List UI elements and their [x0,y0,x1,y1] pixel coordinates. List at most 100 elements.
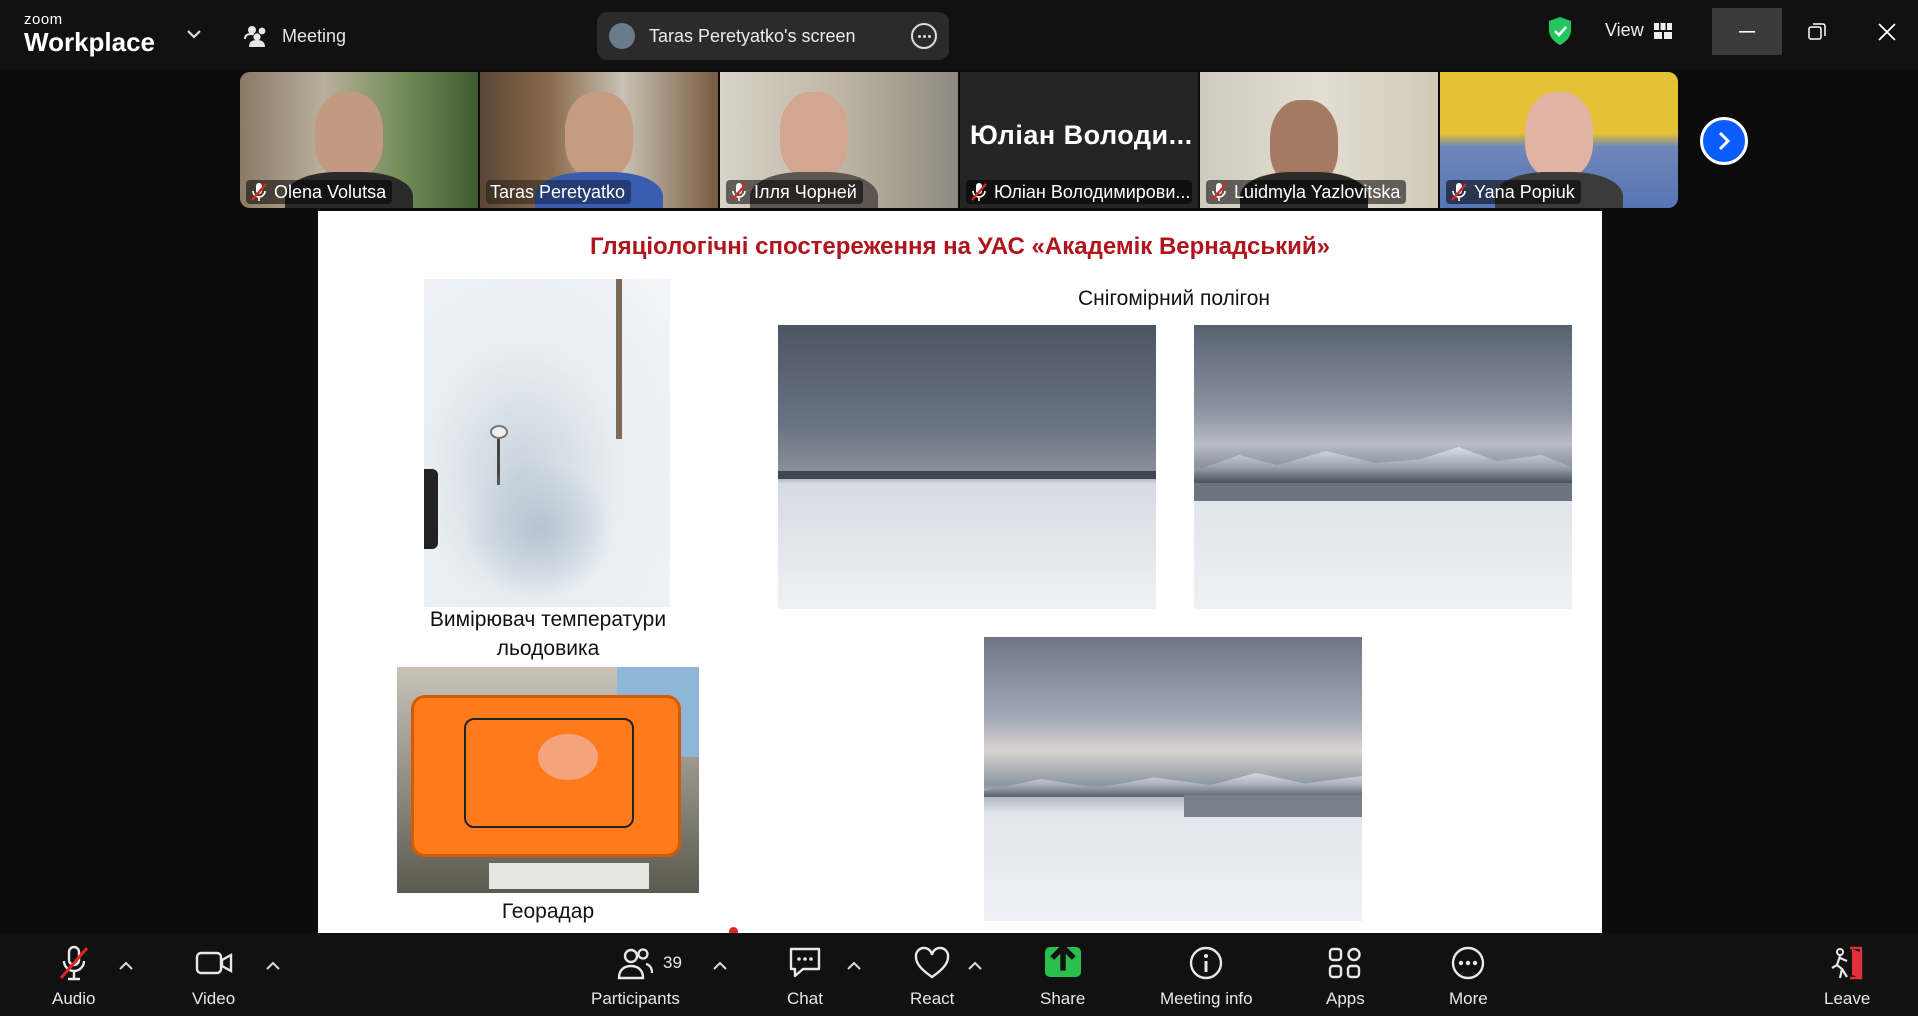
snow-polygon-caption: Снігомірний полігон [1078,287,1270,310]
caption-line-2: льодовика [496,637,600,661]
view-label: View [1605,20,1644,40]
people-icon [244,26,266,47]
minimize-button[interactable] [1712,8,1782,55]
close-icon [1878,22,1896,41]
restore-icon [1808,22,1826,40]
sensor-cap [490,425,508,439]
screen-share-label: Taras Peretyatko's screen [649,25,856,46]
mic-muted-icon [251,183,267,201]
snow-pit-shadow [464,459,614,599]
participant-name: Luidmyla Yazlovitska [1234,181,1401,202]
sea-strip [1194,483,1572,501]
chat-label: Chat [787,989,823,1008]
next-participants-button[interactable] [1700,117,1748,165]
participant-name-label: Luidmyla Yazlovitska [1206,180,1407,204]
heart-icon [915,946,950,979]
minimize-icon [1739,30,1755,33]
slide-title: Гляціологічні спостереження на УАС «Акад… [589,233,1331,260]
horizon-mountains [778,471,1156,479]
react-options-caret-icon[interactable] [966,959,984,973]
georadar-cable [464,718,634,828]
logo-small-text: zoom [24,11,63,28]
snow-polygon-photo-3 [984,637,1362,921]
pole [616,279,622,439]
mic-muted-icon [1451,183,1467,201]
chat-icon [789,947,821,978]
dark-object [424,469,438,549]
caption-line-1: Вимірювач температури [429,608,667,631]
participants-options-caret-icon[interactable] [711,959,729,973]
glacier-temperature-sensor-photo [424,279,670,607]
info-icon [1190,946,1223,980]
mountain-range [1194,447,1572,483]
leave-label: Leave [1824,989,1871,1008]
participant-tile[interactable]: Ілля Чорней [720,72,958,208]
meeting-info-label: Meeting info [1160,989,1253,1008]
participant-tile-active-speaker[interactable]: Taras Peretyatko [480,72,718,208]
participant-strip: Olena Volutsa Taras Peretyatko Ілля Чорн… [240,72,1680,208]
chat-options-caret-icon[interactable] [845,959,863,973]
participant-name: Ілля Чорней [754,181,857,202]
participant-name-label: Yana Popiuk [1446,180,1581,204]
mic-muted-icon [731,183,747,201]
restore-button[interactable] [1782,8,1852,55]
logo-big-text: Workplace [24,27,156,57]
grid-view-icon [1653,22,1672,39]
meeting-text: Meeting [282,25,347,46]
apps-button[interactable]: Apps [1326,945,1365,1009]
title-bar: zoom Workplace Meeting Taras Peretyatko'… [0,0,1918,70]
georadar-case [411,695,681,857]
participant-face [780,92,848,178]
glacier-temp-caption: Вимірювач температури льодовика [378,605,718,664]
share-screen-icon [1044,943,1081,977]
mic-muted-icon [59,945,88,981]
participant-tile[interactable]: Luidmyla Yazlovitska [1200,72,1438,208]
chevron-right-icon [1718,131,1731,151]
shared-screen-slide: Гляціологічні спостереження на УАС «Акад… [318,211,1602,933]
zoom-workplace-logo: zoom Workplace [24,12,155,55]
meeting-info-button[interactable]: Meeting info [1160,945,1253,1009]
more-button[interactable]: More [1449,945,1488,1009]
participant-name-label: Olena Volutsa [246,180,393,204]
participant-tile[interactable]: Olena Volutsa [240,72,478,208]
meeting-label[interactable]: Meeting [244,22,346,50]
participant-display-name: Юліан Володи... [970,120,1193,150]
audio-label: Audio [52,989,96,1008]
chat-button[interactable]: Chat [786,945,824,1009]
georadar-caption: Георадар [501,900,595,923]
share-button[interactable]: Share [1040,943,1085,1009]
react-label: React [910,989,955,1008]
apps-icon [1329,947,1362,979]
video-camera-icon [195,951,232,975]
close-window-button[interactable] [1852,8,1918,55]
leave-button[interactable]: Leave [1824,945,1870,1009]
participants-label: Participants [591,989,680,1008]
participant-name-label: Taras Peretyatko [486,180,632,204]
snow-polygon-photo-1 [778,325,1156,609]
participant-face [1525,92,1593,178]
video-button[interactable]: Video [192,945,235,1009]
video-label: Video [192,989,236,1008]
meeting-toolbar: Audio Video Participants 39 Chat React S… [0,933,1918,1016]
participant-name-label: Юліан Володимирови... [966,180,1192,204]
sea-strip [1184,795,1362,817]
participant-name: Yana Popiuk [1474,181,1575,202]
participant-tile[interactable]: Yana Popiuk [1440,72,1678,208]
audio-options-caret-icon[interactable] [117,959,135,973]
view-button[interactable]: View [1605,20,1672,41]
video-options-caret-icon[interactable] [264,959,282,973]
participants-icon [618,948,654,980]
mountain-range [984,773,1362,797]
more-options-icon[interactable] [911,23,937,49]
participants-count: 39 [663,953,682,972]
participant-name: Юліан Володимирови... [994,181,1191,202]
mic-muted-icon [1211,183,1227,201]
snow-polygon-photo-2 [1194,325,1572,609]
chevron-down-icon[interactable] [182,22,206,46]
react-button[interactable]: React [910,945,954,1009]
participant-name: Olena Volutsa [274,181,387,202]
audio-button[interactable]: Audio [52,945,95,1009]
screen-share-indicator[interactable]: Taras Peretyatko's screen [597,12,949,60]
participant-tile-no-video[interactable]: Юліан Володи... Юліан Володимирови... [960,72,1198,208]
security-shield-icon[interactable] [1547,16,1573,46]
